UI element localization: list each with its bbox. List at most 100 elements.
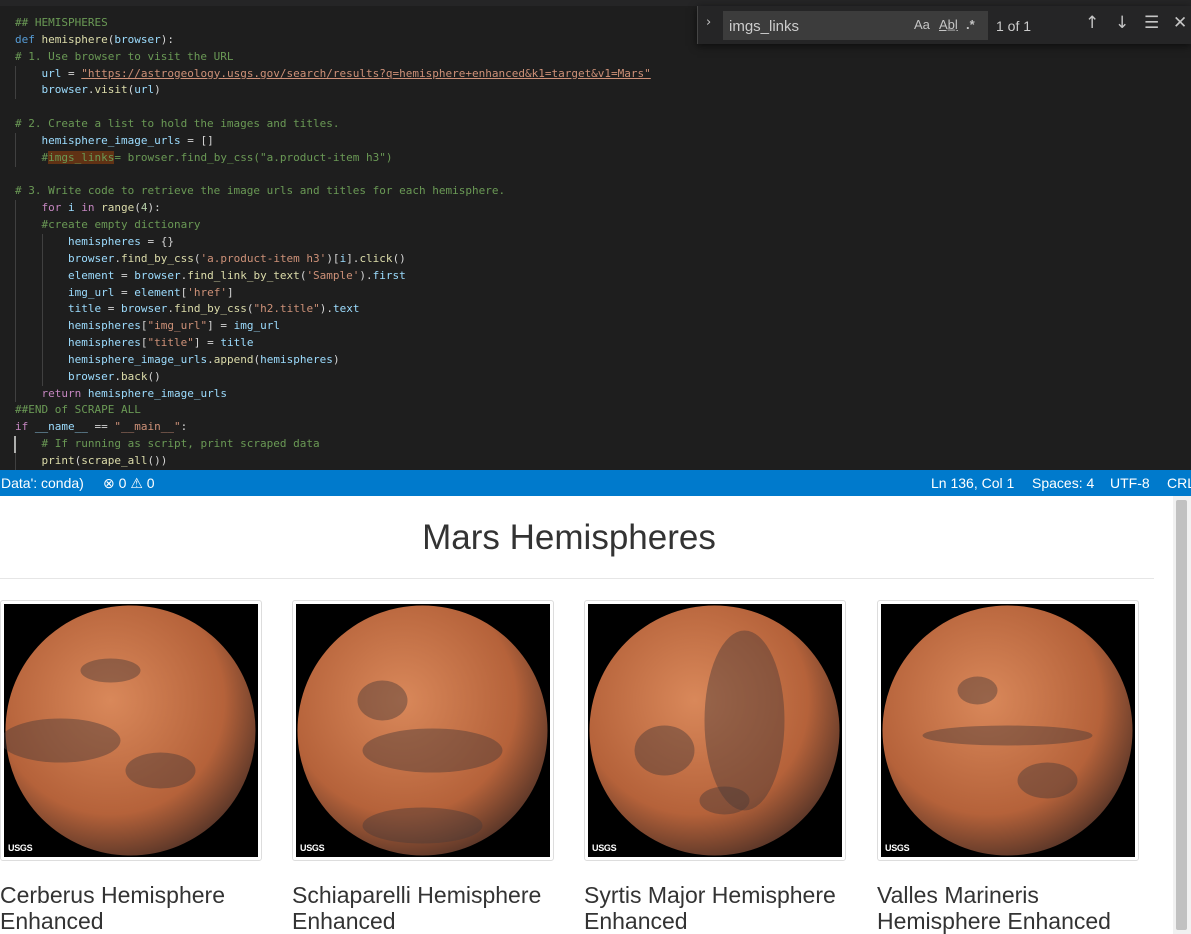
code-token: return: [41, 386, 82, 400]
hemisphere-thumbnail[interactable]: USGS: [292, 600, 554, 861]
code-token: hemispheres: [68, 234, 141, 248]
code-token: find_by_css: [120, 251, 194, 265]
indent-guide: [15, 385, 16, 403]
code-line[interactable]: for i in range(4):: [15, 200, 1185, 218]
code-token: url: [41, 66, 62, 80]
close-icon[interactable]: ✕: [1173, 13, 1187, 33]
text-cursor: [14, 436, 16, 453]
code-token: browser: [121, 302, 168, 316]
mars-globe: [589, 605, 840, 856]
indent-guide: [15, 233, 16, 251]
code-token: print: [41, 453, 75, 467]
code-line[interactable]: hemisphere_image_urls.append(hemispheres…: [15, 351, 1185, 369]
hemisphere-title[interactable]: Syrtis Major Hemisphere Enhanced: [584, 882, 854, 934]
code-token: = []: [180, 133, 214, 147]
code-area[interactable]: ## HEMISPHERES def hemisphere (browser): # …: [14, 15, 1185, 470]
code-token: browser: [41, 83, 88, 97]
code-line[interactable]: browser.visit(url): [15, 82, 1185, 100]
code-line[interactable]: title = browser.find_by_css("h2.title").…: [15, 301, 1185, 319]
problems-indicator[interactable]: ⊗ 0 ⚠ 0: [103, 475, 155, 492]
code-token: __name__: [34, 420, 88, 434]
match-case-toggle[interactable]: Aa: [914, 17, 930, 32]
warning-icon: ⚠: [130, 475, 143, 491]
surface-feature: [4, 718, 121, 763]
code-editor[interactable]: ## HEMISPHERES def hemisphere (browser): # …: [0, 0, 1191, 470]
cursor-position[interactable]: Ln 136, Col 1: [931, 475, 1014, 491]
end-of-line[interactable]: CRL: [1167, 475, 1191, 491]
hemisphere-card[interactable]: USGS Cerberus Hemisphere Enhanced: [0, 600, 262, 934]
hemisphere-title[interactable]: Schiaparelli Hemisphere Enhanced: [292, 882, 562, 934]
code-token: # If running as script, print scraped da…: [41, 437, 320, 451]
code-line[interactable]: hemisphere_image_urls = []: [15, 132, 1185, 150]
hemisphere-card[interactable]: USGS Syrtis Major Hemisphere Enhanced: [584, 600, 846, 934]
code-token: find_by_css: [173, 302, 247, 316]
indent-guide: [15, 65, 16, 83]
surface-feature: [362, 807, 483, 844]
indentation[interactable]: Spaces: 4: [1032, 475, 1094, 491]
code-token: "https://astrogeology.usgs.gov/search/re…: [81, 66, 651, 80]
hemisphere-title[interactable]: Valles Marineris Hemisphere Enhanced: [877, 882, 1147, 934]
scrollbar-thumb[interactable]: [1176, 500, 1187, 930]
regex-toggle[interactable]: .*: [966, 17, 975, 32]
toggle-replace-icon[interactable]: ›: [706, 15, 711, 30]
code-line[interactable]: return hemisphere_image_urls: [15, 385, 1185, 403]
code-token: )[: [326, 251, 340, 265]
indent-guide: [41, 301, 43, 319]
code-line[interactable]: browser.find_by_css('a.product-item h3')…: [15, 250, 1185, 268]
python-interpreter[interactable]: Data': conda): [1, 475, 84, 491]
code-line[interactable]: ##END of SCRAPE ALL: [15, 402, 1185, 419]
code-line[interactable]: # If running as script, print scraped da…: [14, 436, 1185, 453]
surface-feature: [1017, 762, 1078, 799]
code-token: element: [134, 285, 181, 299]
code-token: .: [207, 352, 214, 366]
hemisphere-thumbnail[interactable]: USGS: [0, 600, 262, 861]
code-line[interactable]: url = "https://astrogeology.usgs.gov/sea…: [15, 65, 1185, 83]
code-line[interactable]: [15, 167, 1185, 184]
hemisphere-card[interactable]: USGS Schiaparelli Hemisphere Enhanced: [292, 600, 554, 934]
hemisphere-thumbnail[interactable]: USGS: [584, 600, 846, 861]
code-line[interactable]: #create empty dictionary: [15, 217, 1185, 234]
hemisphere-title[interactable]: Cerberus Hemisphere Enhanced: [0, 882, 270, 934]
code-line[interactable]: [15, 99, 1185, 116]
code-token: ##END of SCRAPE ALL: [15, 403, 141, 417]
code-token: =: [61, 66, 82, 80]
code-line[interactable]: hemispheres = {}: [15, 233, 1185, 251]
code-token: hemispheres: [68, 336, 141, 350]
hemisphere-thumbnail[interactable]: USGS: [877, 600, 1139, 861]
find-in-selection-icon[interactable]: ☰: [1144, 13, 1159, 33]
code-token: =: [114, 285, 135, 299]
match-whole-word-toggle[interactable]: Ab̲l: [939, 17, 958, 32]
status-bar: Data': conda) ⊗ 0 ⚠ 0 Ln 136, Col 1 Spac…: [0, 470, 1191, 496]
code-line[interactable]: #imgs_links= browser.find_by_css("a.prod…: [15, 149, 1185, 167]
indent-guide: [15, 351, 16, 369]
code-token: visit: [94, 83, 128, 97]
indent-guide: [41, 335, 43, 352]
code-token: hemispheres: [260, 352, 333, 366]
surface-feature: [80, 658, 141, 683]
code-line[interactable]: if __name__ == "__main__":: [15, 419, 1185, 436]
next-match-icon[interactable]: ↓: [1115, 13, 1129, 33]
code-token: ): [154, 83, 161, 97]
code-line[interactable]: # 2. Create a list to hold the images an…: [15, 116, 1185, 133]
previous-match-icon[interactable]: ↑: [1085, 13, 1099, 33]
encoding[interactable]: UTF-8: [1110, 475, 1150, 491]
code-line[interactable]: hemispheres["img_url"] = img_url: [15, 318, 1185, 336]
code-line[interactable]: # 3. Write code to retrieve the image ur…: [15, 183, 1185, 200]
code-token: element: [68, 268, 115, 282]
usgs-logo: USGS: [8, 843, 33, 853]
code-token: "__main__": [114, 420, 181, 434]
indent-guide: [15, 368, 16, 386]
find-input-box[interactable]: Aa Ab̲l .*: [723, 11, 988, 40]
indent-guide: [15, 82, 16, 100]
find-input[interactable]: [729, 16, 909, 36]
code-line[interactable]: img_url = element['href']: [15, 284, 1185, 302]
code-line[interactable]: element = browser.find_link_by_text('Sam…: [15, 267, 1185, 285]
code-line[interactable]: print(scrape_all()): [15, 452, 1185, 470]
code-line[interactable]: hemispheres["title"] = title: [15, 335, 1185, 352]
hemisphere-card[interactable]: USGS Valles Marineris Hemisphere Enhance…: [877, 600, 1139, 934]
code-line[interactable]: # 1. Use browser to visit the URL: [15, 49, 1185, 66]
code-token: =: [114, 268, 135, 282]
code-line[interactable]: browser.back(): [15, 368, 1185, 386]
code-token: .: [114, 369, 121, 383]
code-token: in: [81, 201, 95, 215]
